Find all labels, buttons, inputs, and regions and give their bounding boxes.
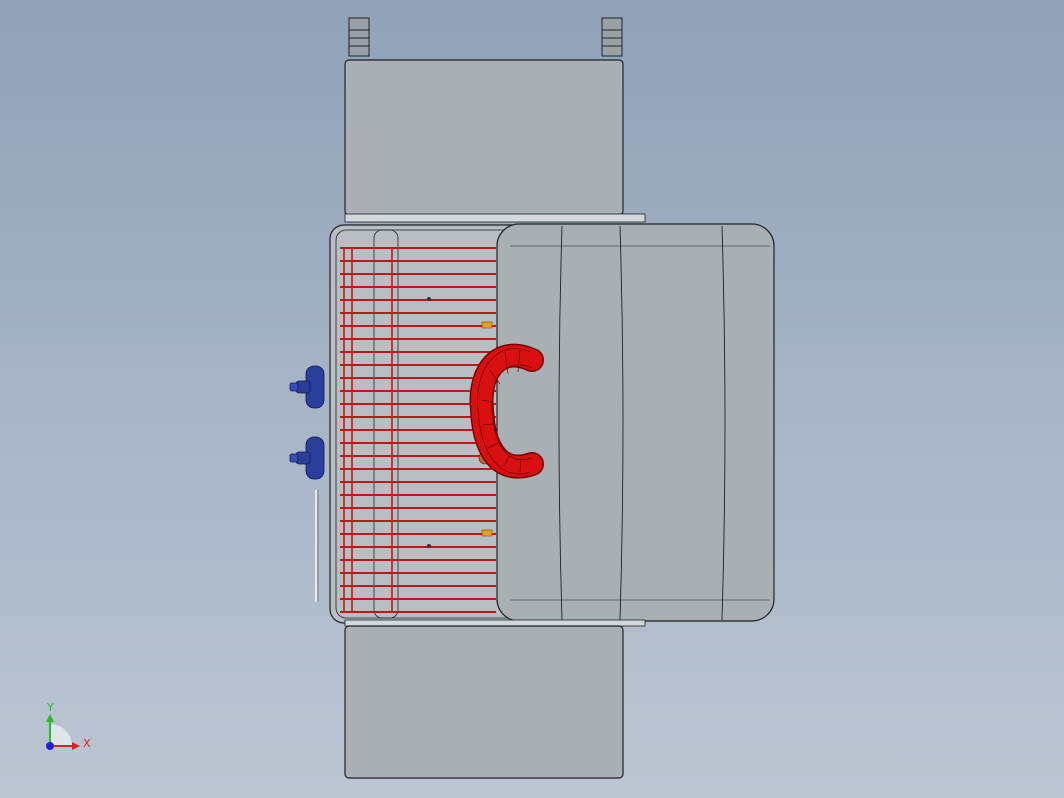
- coordinate-triad: X Y: [46, 701, 91, 750]
- bottom-flange: [344, 619, 646, 627]
- top-right-stud: [601, 17, 623, 57]
- bottom-block[interactable]: [344, 625, 624, 779]
- y-axis-label: Y: [46, 701, 54, 714]
- cylinder-body[interactable]: [496, 223, 775, 622]
- top-block[interactable]: [344, 59, 624, 216]
- blue-knob-bottom[interactable]: [289, 436, 325, 480]
- blue-knob-top[interactable]: [289, 365, 325, 409]
- z-axis-dot: [46, 742, 54, 750]
- screw-top: [427, 297, 431, 301]
- pin-bottom: [481, 529, 493, 537]
- pin-top: [481, 321, 493, 329]
- cad-viewport[interactable]: X Y: [0, 0, 1064, 798]
- top-flange: [344, 213, 646, 223]
- top-left-stud: [348, 17, 370, 57]
- x-axis-label: X: [83, 737, 91, 750]
- screw-bottom: [427, 544, 431, 548]
